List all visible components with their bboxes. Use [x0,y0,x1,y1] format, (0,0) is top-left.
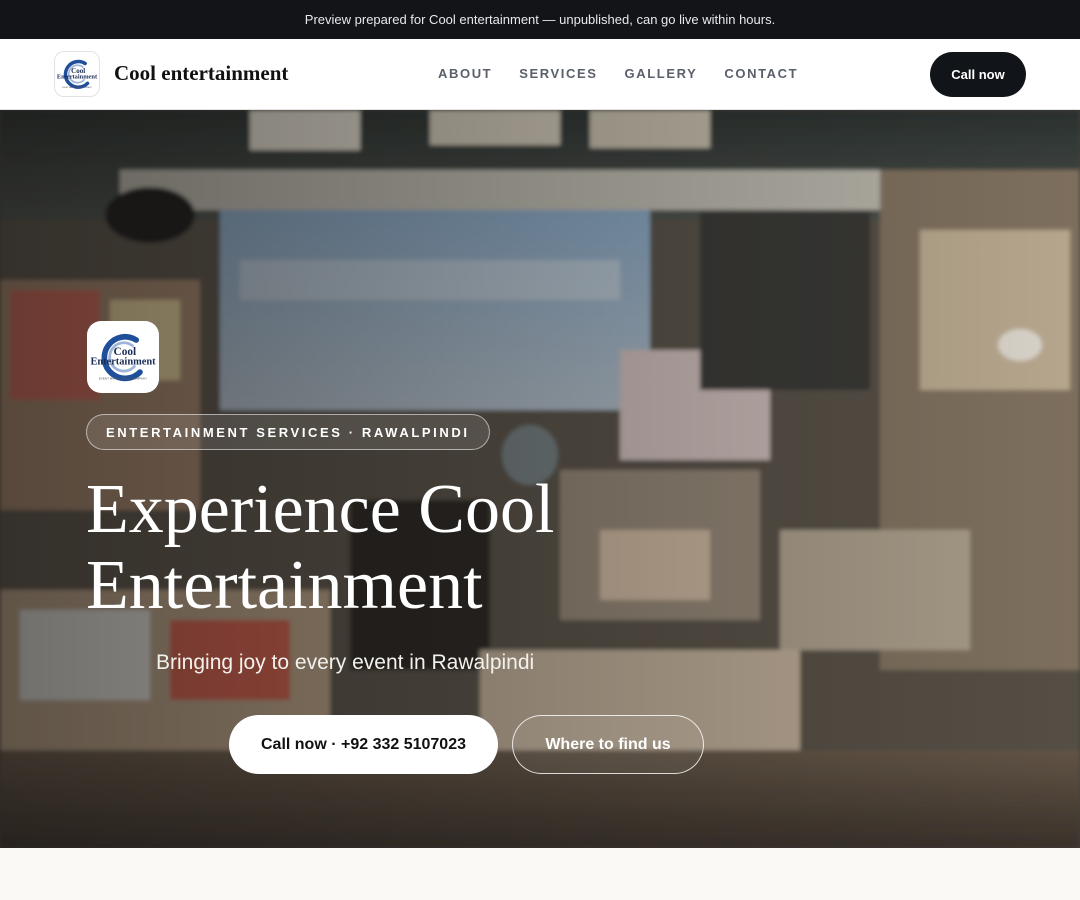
nav-link-gallery[interactable]: GALLERY [625,66,698,81]
hero-eyebrow-pill: ENTERTAINMENT SERVICES · RAWALPINDI [86,414,490,450]
hero-logo: Cool Entertainment EVENT MANAGEMENT COMP… [87,321,159,393]
nav-link-about[interactable]: ABOUT [438,66,492,81]
hero-headline: Experience Cool Entertainment [86,472,706,624]
swirl-logo-icon: Cool Entertainment EVENT MANAGEMENT COMP… [90,333,156,382]
preview-banner: Preview prepared for Cool entertainment … [0,0,1080,39]
find-us-button[interactable]: Where to find us [512,715,704,774]
hero-headline-line2: Entertainment [86,547,483,624]
brand-logo[interactable]: Cool Entertainment EVENT MANAGEMENT COMP… [54,51,100,97]
brand-name[interactable]: Cool entertainment [114,61,288,86]
svg-text:EVENT MANAGEMENT COMPANY: EVENT MANAGEMENT COMPANY [62,86,93,89]
svg-text:Entertainment: Entertainment [90,357,156,368]
hero-section: Cool Entertainment EVENT MANAGEMENT COMP… [0,110,1080,848]
nav-link-contact[interactable]: CONTACT [724,66,798,81]
site-header: Cool Entertainment EVENT MANAGEMENT COMP… [0,39,1080,110]
preview-banner-text: Preview prepared for Cool entertainment … [304,12,776,27]
hero-eyebrow-text: ENTERTAINMENT SERVICES · RAWALPINDI [106,424,470,440]
main-nav: ABOUT SERVICES GALLERY CONTACT [438,66,798,81]
call-phone-button[interactable]: Call now · +92 332 5107023 [229,715,498,774]
hero-headline-line1: Experience Cool [86,471,555,548]
svg-text:Entertainment: Entertainment [57,74,98,81]
nav-link-services[interactable]: SERVICES [519,66,597,81]
call-now-button[interactable]: Call now [930,52,1026,97]
swirl-logo-icon: Cool Entertainment EVENT MANAGEMENT COMP… [57,59,98,89]
hero-subline: Bringing joy to every event in Rawalpind… [156,651,535,674]
svg-text:EVENT MANAGEMENT COMPANY: EVENT MANAGEMENT COMPANY [99,377,147,381]
